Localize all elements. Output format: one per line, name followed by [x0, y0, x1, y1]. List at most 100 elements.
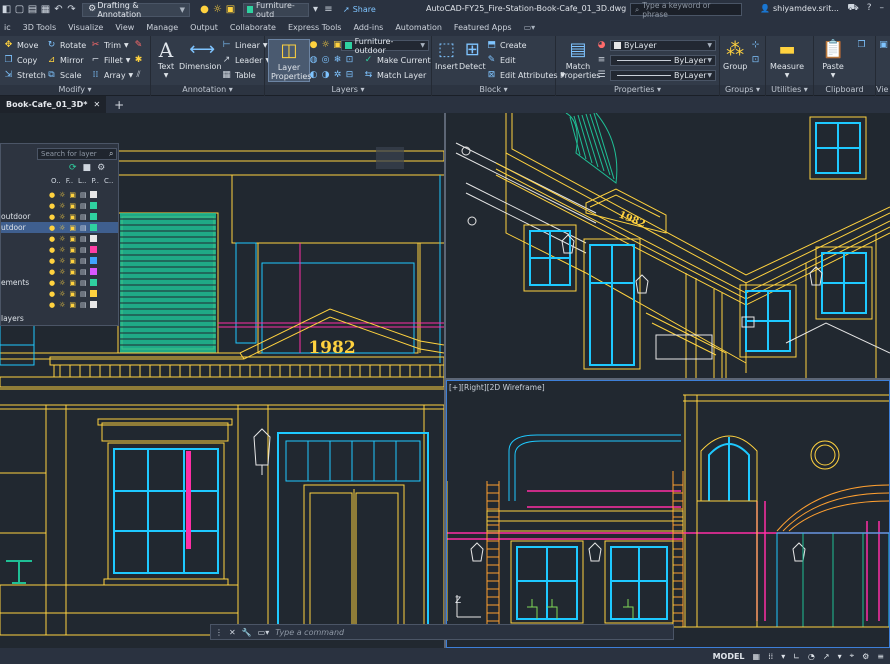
clipboard-panel-title[interactable]: Clipboard — [814, 85, 875, 95]
copy-clip-icon[interactable]: ❐ — [856, 40, 867, 51]
plot-icon[interactable]: ▤ — [80, 246, 87, 254]
array-button[interactable]: ⁞⁞ Array ▼ — [90, 70, 134, 81]
wrench-icon[interactable]: 🔧 — [242, 628, 252, 637]
linetype-dropdown[interactable]: ByLayer ▼ — [610, 55, 716, 66]
plot-icon[interactable]: ▤ — [80, 213, 87, 221]
table-button[interactable]: ▦ Table — [221, 70, 255, 81]
lineweight-toggle-icon[interactable]: ▾ — [781, 652, 785, 661]
layer-color-swatch[interactable] — [89, 268, 97, 275]
view-panel-title[interactable]: Vie — [876, 85, 890, 95]
group-button[interactable]: ⁂ Group — [723, 39, 747, 71]
bulb-icon[interactable]: ● — [49, 202, 55, 210]
tab-express-tools[interactable]: Express Tools — [288, 23, 342, 32]
measure-button[interactable]: ▬ Measure ▼ — [770, 39, 804, 80]
ortho-icon[interactable]: ∟ — [793, 652, 800, 661]
drag-handle-icon[interactable]: ⋮ — [215, 628, 223, 637]
bulb-icon[interactable]: ● — [49, 279, 55, 287]
bulb-icon[interactable]: ● — [49, 246, 55, 254]
layer-row[interactable]: ● ☼ ▣ ▤ — [1, 244, 118, 255]
layer-row[interactable]: ● ☼ ▣ ▤ — [1, 255, 118, 266]
user-account[interactable]: 👤 shiyamdev.srit... — [760, 4, 839, 13]
object-snap-icon[interactable]: ⌖ — [850, 651, 855, 661]
polar-icon[interactable]: ◔ — [808, 652, 815, 661]
move-button[interactable]: ✥ Move — [3, 40, 39, 51]
layer-row[interactable]: outdoor ● ☼ ▣ ▤ — [1, 211, 118, 222]
mirror-button[interactable]: ⊿ Mirror — [46, 55, 84, 66]
plot-icon[interactable]: ▤ — [80, 290, 87, 298]
new-layer-icon[interactable]: ■ — [83, 163, 92, 173]
sun-icon[interactable]: ☼ — [59, 202, 65, 210]
layer-row[interactable]: ● ☼ ▣ ▤ — [1, 189, 118, 200]
sun-icon[interactable]: ☼ — [59, 301, 65, 309]
layer-search-input[interactable]: Search for layer — [37, 148, 117, 160]
annotation-scale-icon[interactable]: ▾ — [838, 652, 842, 661]
layers-panel-title[interactable]: Layers ▾ — [265, 85, 431, 95]
help-icon[interactable]: ? — [867, 3, 872, 14]
insert-button[interactable]: ⬚ Insert — [435, 39, 458, 71]
layer-row[interactable]: ● ☼ ▣ ▤ — [1, 200, 118, 211]
leader-button[interactable]: ↗Leader▼ — [221, 55, 270, 66]
lock-icon[interactable]: ▣ — [69, 290, 76, 298]
layer-color-swatch[interactable] — [89, 191, 97, 198]
bulb-icon[interactable]: ● — [49, 301, 55, 309]
command-input[interactable]: Type a command — [275, 628, 344, 637]
layer-row[interactable]: ● ☼ ▣ ▤ — [1, 288, 118, 299]
plot-icon[interactable]: ▤ — [80, 301, 87, 309]
group-edit-icon[interactable]: ⊡ — [750, 55, 761, 66]
open-icon[interactable]: ▤ — [26, 4, 39, 15]
snap-icon[interactable]: ⁞⁞ — [768, 652, 773, 661]
ribbon-toggle-icon[interactable]: ▭▾ — [524, 23, 536, 32]
layer-properties-button[interactable]: ◫ Layer Properties — [268, 39, 311, 82]
lock-icon[interactable]: ▣ — [69, 224, 76, 232]
text-button[interactable]: A Text ▼ — [155, 39, 177, 80]
create-block-button[interactable]: ⬒ Create — [486, 40, 526, 51]
explode-button[interactable]: ✱ — [133, 55, 144, 66]
grid-icon[interactable]: ▦ — [753, 652, 761, 661]
detect-button[interactable]: ⊞ Detect — [459, 39, 486, 71]
plot-icon[interactable]: ▤ — [80, 202, 87, 210]
tab-basic[interactable]: ic — [4, 23, 11, 32]
bulb-icon[interactable]: ● — [49, 235, 55, 243]
viewport-isometric[interactable]: 1982 — [446, 113, 890, 378]
app-menu-icon[interactable]: ◧ — [0, 4, 13, 15]
plot-icon[interactable]: ▤ — [80, 235, 87, 243]
plot-icon[interactable]: ▤ — [80, 268, 87, 276]
lock-icon[interactable]: ▣ — [69, 301, 76, 309]
tab-3d-tools[interactable]: 3D Tools — [23, 23, 57, 32]
tab-collaborate[interactable]: Collaborate — [230, 23, 276, 32]
undo-icon[interactable]: ↶ — [52, 4, 65, 15]
plot-icon[interactable]: ▤ — [80, 279, 87, 287]
rotate-button[interactable]: ↻ Rotate — [46, 40, 86, 51]
close-icon[interactable]: ✕ — [93, 100, 100, 109]
lineweight-dropdown[interactable]: ByLayer ▼ — [610, 70, 716, 81]
layer-color-swatch[interactable] — [89, 290, 97, 297]
lock-icon[interactable]: ▣ — [69, 191, 76, 199]
copy-button[interactable]: ❐ Copy — [3, 55, 37, 66]
dropdown-icon[interactable]: ▾ — [309, 4, 322, 15]
workspace-select[interactable]: ⚙ Drafting & Annotation ▼ — [82, 1, 190, 19]
document-tab[interactable]: Book-Cafe_01_3D* ✕ — [0, 96, 107, 113]
tab-output[interactable]: Output — [190, 23, 218, 32]
edit-block-button[interactable]: ✎ Edit — [486, 55, 516, 66]
sun-icon[interactable]: ☼ — [59, 191, 65, 199]
refresh-icon[interactable]: ⟳ — [69, 163, 77, 173]
bulb-icon[interactable]: ● — [198, 4, 211, 15]
bulb-icon[interactable]: ● — [49, 213, 55, 221]
sun-icon[interactable]: ☼ — [211, 4, 224, 15]
plot-icon[interactable]: ▤ — [80, 224, 87, 232]
utilities-panel-title[interactable]: Utilities ▾ — [766, 85, 813, 95]
layer-color-swatch[interactable] — [89, 257, 97, 264]
paste-button[interactable]: 📋 Paste ▼ — [822, 39, 844, 80]
layer-color-swatch[interactable] — [89, 224, 97, 231]
redo-icon[interactable]: ↷ — [65, 4, 78, 15]
offset-button[interactable]: ⫽ — [133, 70, 144, 81]
lock-icon[interactable]: ▣ — [69, 202, 76, 210]
quick-layer-select[interactable]: Furniture-outd — [243, 1, 309, 19]
tab-manage[interactable]: Manage — [146, 23, 178, 32]
qat-more-icon[interactable]: ≡ — [322, 4, 335, 15]
layer-row[interactable]: ● ☼ ▣ ▤ — [1, 266, 118, 277]
sun-icon[interactable]: ☼ — [59, 257, 65, 265]
new-tab-button[interactable]: + — [114, 98, 124, 112]
stretch-button[interactable]: ⇲ Stretch — [3, 70, 46, 81]
color-dropdown[interactable]: ByLayer ▼ — [610, 40, 716, 51]
